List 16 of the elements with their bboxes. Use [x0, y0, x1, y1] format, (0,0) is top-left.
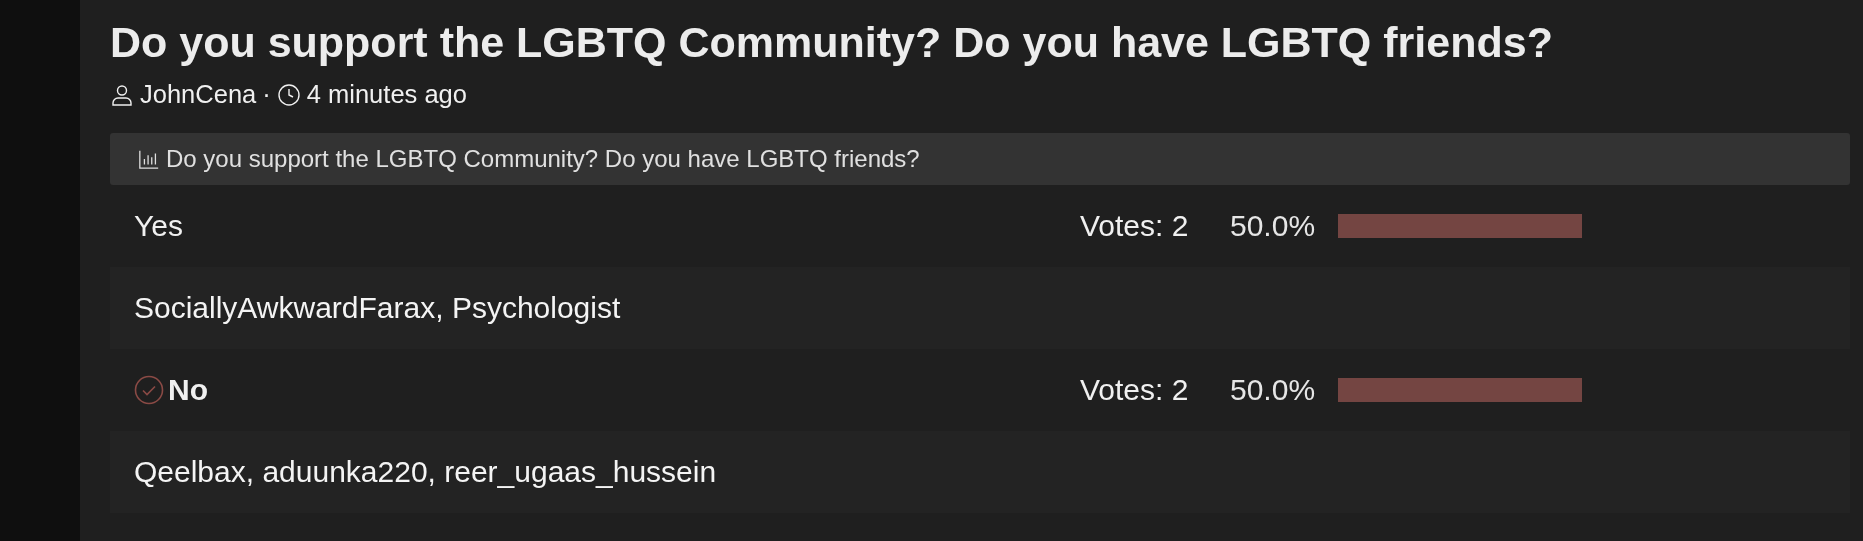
- option-label: No: [168, 373, 208, 407]
- poll-question: Do you support the LGBTQ Community? Do you have LGBTQ friends?: [166, 145, 920, 173]
- voter-list: Qeelbax, aduunka220, reer_ugaas_hussein: [134, 455, 717, 489]
- vote-count: Votes: 2: [1080, 373, 1190, 407]
- vote-percent: 50.0%: [1230, 373, 1317, 407]
- thread-title: Do you support the LGBTQ Community? Do you have LGBTQ friends?: [110, 17, 1554, 68]
- voter-list: SociallyAwkwardFarax, Psychologist: [134, 291, 621, 325]
- author-link[interactable]: JohnCena: [140, 80, 257, 109]
- separator: ·: [262, 80, 271, 109]
- option-label: Yes: [134, 209, 183, 243]
- post-time: 4 minutes ago: [306, 80, 467, 109]
- vote-count: Votes: 2: [1080, 209, 1190, 243]
- bar-chart-icon: [138, 148, 160, 170]
- clock-icon: [276, 82, 301, 107]
- person-icon: [110, 82, 134, 107]
- vote-percent: 50.0%: [1230, 209, 1317, 243]
